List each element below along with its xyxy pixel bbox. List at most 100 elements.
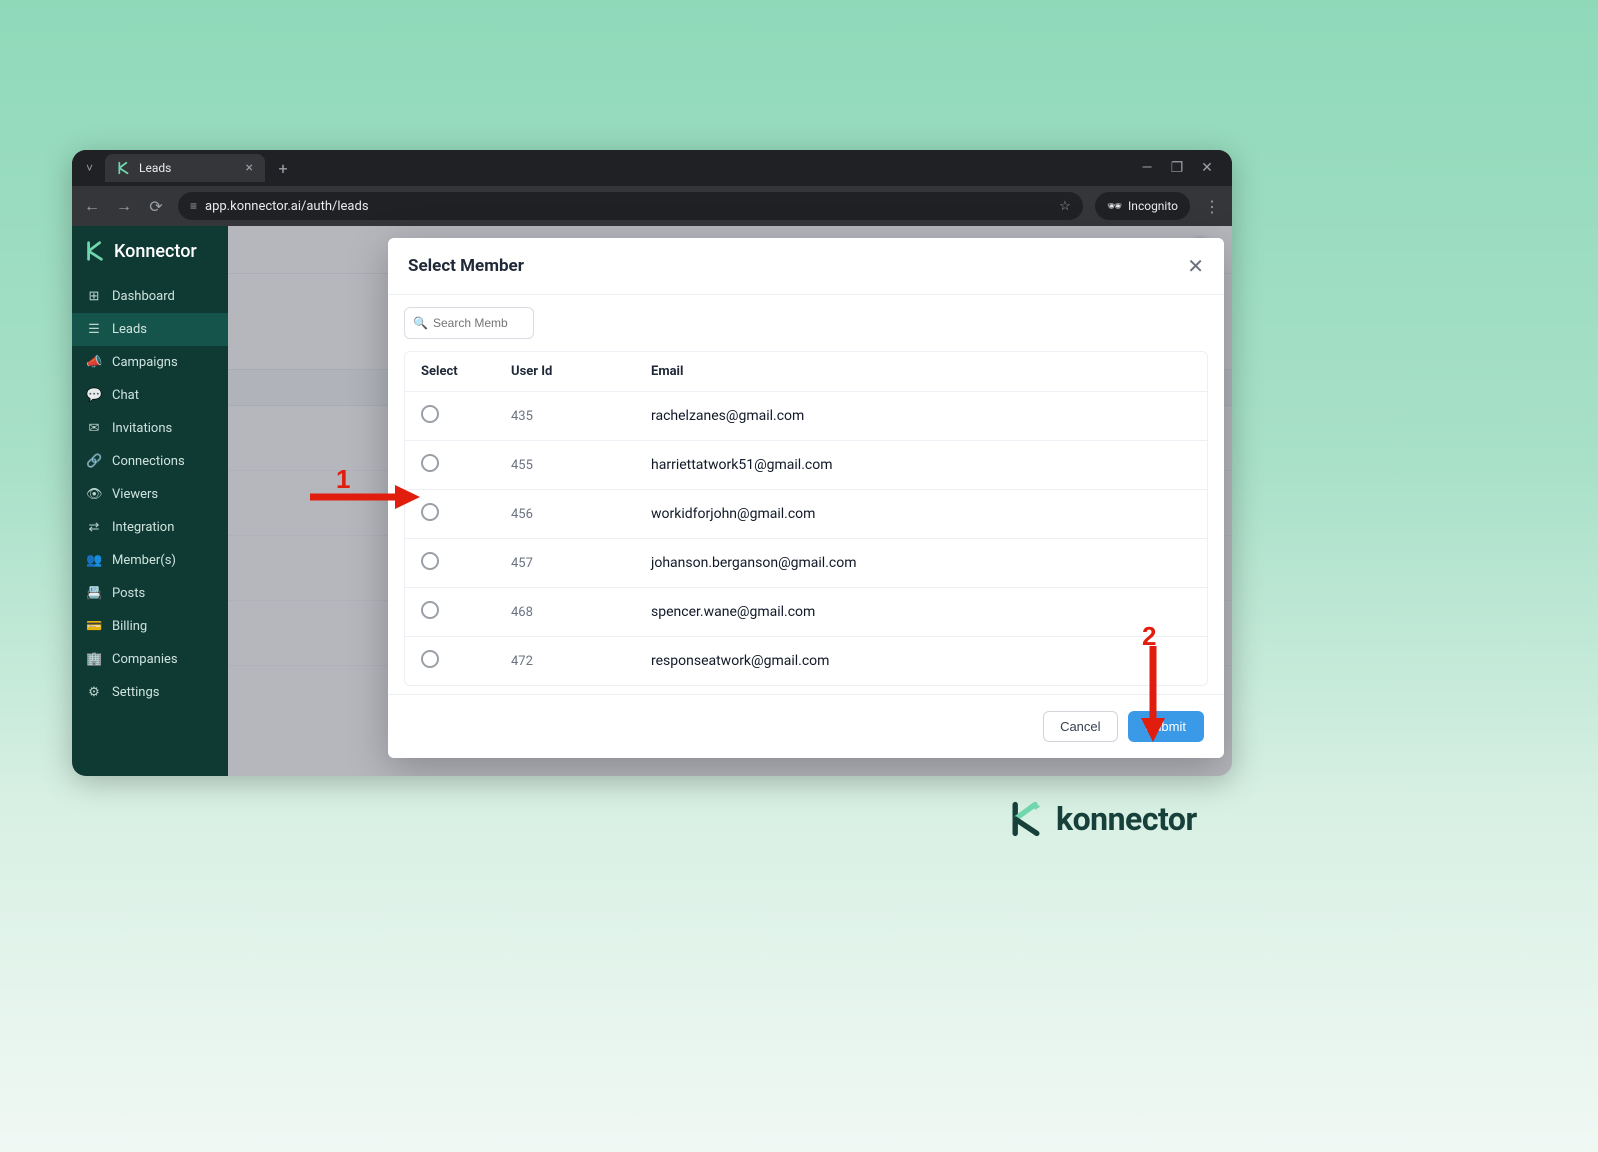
nav-icon: 🏢	[86, 652, 102, 667]
col-select: Select	[421, 364, 511, 379]
user-id-cell: 456	[511, 507, 651, 522]
sidebar-item-integration[interactable]: ⇄Integration	[72, 511, 228, 544]
sidebar-item-invitations[interactable]: ✉ Invitations	[72, 412, 228, 445]
email-cell: spencer.wane@gmail.com	[651, 604, 1191, 620]
site-info-icon[interactable]: ≡	[190, 199, 197, 213]
table-row: 456workidforjohn@gmail.com	[405, 490, 1207, 539]
sidebar-item-label: Companies	[112, 652, 178, 667]
email-cell: rachelzanes@gmail.com	[651, 408, 1191, 424]
email-cell: johanson.berganson@gmail.com	[651, 555, 1191, 571]
nav-icon: 💬	[86, 388, 102, 403]
brand-name: Konnector	[114, 241, 197, 262]
incognito-label: Incognito	[1128, 199, 1178, 213]
select-radio[interactable]	[421, 454, 439, 472]
sidebar-item-leads[interactable]: ☰Leads	[72, 313, 228, 346]
table-row: 435rachelzanes@gmail.com	[405, 392, 1207, 441]
minimize-icon[interactable]: —	[1140, 161, 1154, 175]
forward-icon[interactable]: →	[114, 196, 134, 216]
window-controls: — ❐ ✕	[1140, 161, 1224, 175]
close-window-icon[interactable]: ✕	[1200, 161, 1214, 175]
search-icon: 🔍	[413, 316, 428, 330]
tab-title: Leads	[139, 161, 171, 175]
sidebar-item-label: Viewers	[112, 487, 158, 502]
sidebar-item-campaigns[interactable]: 📣 Campaigns	[72, 346, 228, 379]
table-row: 457johanson.berganson@gmail.com	[405, 539, 1207, 588]
sidebar-item-label: Posts	[112, 586, 145, 601]
table-row: 468spencer.wane@gmail.com	[405, 588, 1207, 637]
user-id-cell: 435	[511, 409, 651, 424]
tab-bar: ˅ Leads × + — ❐ ✕	[72, 150, 1232, 186]
sidebar-item-billing[interactable]: 💳Billing	[72, 610, 228, 643]
footer-brand: konnector	[1008, 800, 1197, 838]
select-member-modal: Select Member ✕ 🔍 Select User Id Email	[388, 238, 1224, 758]
email-cell: responseatwork@gmail.com	[651, 653, 1191, 669]
sidebar-item-label: Invitations	[112, 421, 172, 436]
user-id-cell: 455	[511, 458, 651, 473]
email-cell: harriettatwork51@gmail.com	[651, 457, 1191, 473]
maximize-icon[interactable]: ❐	[1170, 161, 1184, 175]
sidebar-item-label: Dashboard	[112, 289, 175, 304]
bookmark-star-icon[interactable]: ☆	[1059, 199, 1071, 214]
browser-tab[interactable]: Leads ×	[105, 154, 265, 182]
user-id-cell: 468	[511, 605, 651, 620]
modal-close-icon[interactable]: ✕	[1187, 254, 1204, 278]
nav-icon: 🔗	[86, 454, 102, 469]
browser-menu-icon[interactable]: ⋮	[1202, 197, 1222, 216]
address-bar: ← → ⟳ ≡ app.konnector.ai/auth/leads ☆ 🕶 …	[72, 186, 1232, 226]
url-field[interactable]: ≡ app.konnector.ai/auth/leads ☆	[178, 192, 1083, 220]
sidebar-item-settings[interactable]: ⚙ Settings	[72, 676, 228, 709]
select-radio[interactable]	[421, 552, 439, 570]
main-area: ⓘ 🔔 👤⁺ + Add Lead List 🔍 Actions	[228, 226, 1232, 776]
sidebar-item-label: Settings	[112, 685, 159, 700]
email-cell: workidforjohn@gmail.com	[651, 506, 1191, 522]
sidebar-item-connections[interactable]: 🔗Connections	[72, 445, 228, 478]
app-content: Konnector ⊞ Dashboard ☰Leads 📣 Campaigns 💬Cha…	[72, 226, 1232, 776]
select-radio[interactable]	[421, 650, 439, 668]
select-radio[interactable]	[421, 405, 439, 423]
tab-favicon-icon	[117, 161, 131, 175]
user-id-cell: 457	[511, 556, 651, 571]
sidebar-item-viewers[interactable]: 👁 Viewers	[72, 478, 228, 511]
modal-title: Select Member	[408, 256, 524, 276]
nav-icon: 📣	[86, 355, 102, 370]
tab-dropdown-icon[interactable]: ˅	[80, 161, 99, 175]
col-userid: User Id	[511, 364, 651, 379]
brand-logo-icon	[84, 240, 106, 262]
sidebar-item-label: Campaigns	[112, 355, 178, 370]
incognito-badge[interactable]: 🕶 Incognito	[1095, 192, 1190, 220]
select-radio[interactable]	[421, 503, 439, 521]
select-radio[interactable]	[421, 601, 439, 619]
user-id-cell: 472	[511, 654, 651, 669]
sidebar-item-posts[interactable]: 📇 Posts	[72, 577, 228, 610]
table-header-row: Select User Id Email	[405, 352, 1207, 392]
reload-icon[interactable]: ⟳	[146, 197, 166, 216]
col-email: Email	[651, 364, 1191, 379]
brand: Konnector	[72, 226, 228, 280]
sidebar-item-member-s-[interactable]: 👥Member(s)	[72, 544, 228, 577]
back-icon[interactable]: ←	[82, 196, 102, 216]
sidebar-item-dashboard[interactable]: ⊞ Dashboard	[72, 280, 228, 313]
sidebar-item-label: Integration	[112, 520, 174, 535]
footer-brand-text: konnector	[1056, 800, 1197, 838]
table-row: 472responseatwork@gmail.com	[405, 637, 1207, 685]
table-row: 455harriettatwork51@gmail.com	[405, 441, 1207, 490]
nav-icon: 👁	[86, 487, 102, 502]
sidebar-item-companies[interactable]: 🏢 Companies	[72, 643, 228, 676]
annotation-2-arrow-icon	[1138, 646, 1168, 742]
new-tab-button[interactable]: +	[271, 156, 295, 180]
sidebar-item-chat[interactable]: 💬Chat	[72, 379, 228, 412]
sidebar: Konnector ⊞ Dashboard ☰Leads 📣 Campaigns 💬Cha…	[72, 226, 228, 776]
footer-logo-icon	[1008, 801, 1044, 837]
nav-icon: ⊞	[86, 289, 102, 304]
browser-window: ˅ Leads × + — ❐ ✕ ← → ⟳ ≡ app.konnector.…	[72, 150, 1232, 776]
nav-icon: 👥	[86, 553, 102, 568]
sidebar-item-label: Billing	[112, 619, 147, 634]
nav-icon: ☰	[86, 322, 102, 337]
tab-close-icon[interactable]: ×	[246, 160, 253, 176]
annotation-1-arrow-icon	[310, 482, 420, 512]
url-text: app.konnector.ai/auth/leads	[205, 199, 369, 214]
nav-icon: 📇	[86, 586, 102, 601]
nav-icon: ✉	[86, 421, 102, 436]
nav-icon: ⚙	[86, 685, 102, 700]
cancel-button[interactable]: Cancel	[1043, 711, 1117, 742]
